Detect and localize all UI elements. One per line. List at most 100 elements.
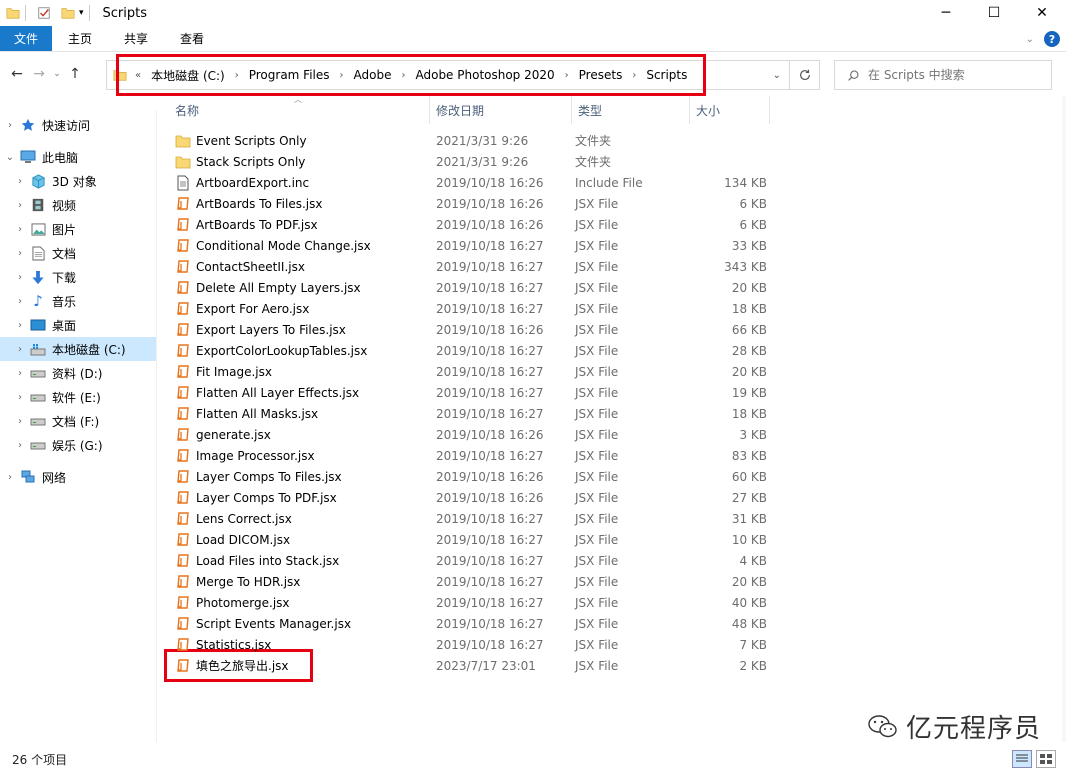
back-button[interactable]: ← <box>6 66 28 82</box>
help-icon[interactable]: ? <box>1044 31 1060 47</box>
file-row[interactable]: ArtBoards To PDF.jsx 2019/10/18 16:26 JSX … <box>157 214 1066 235</box>
file-name-cell[interactable]: Statistics.jsx <box>157 637 422 653</box>
expand-chevron-icon[interactable]: › <box>0 248 30 259</box>
forward-button[interactable]: → <box>28 66 50 82</box>
quick-access-toolbar-dropdown[interactable]: ▾ <box>79 8 84 18</box>
file-name-cell[interactable]: Photomerge.jsx <box>157 595 422 611</box>
file-row[interactable]: Load Files into Stack.jsx 2019/10/18 16:2… <box>157 550 1066 571</box>
file-row[interactable]: ExportColorLookupTables.jsx 2019/10/18 16… <box>157 340 1066 361</box>
file-row[interactable]: Load DICOM.jsx 2019/10/18 16:27 JSX File 10… <box>157 529 1066 550</box>
sidebar-item-network[interactable]: › 网络 <box>0 465 156 489</box>
sidebar-item-downloads[interactable]: › 下载 <box>0 265 156 289</box>
expand-chevron-icon[interactable]: › <box>0 344 30 355</box>
expand-chevron-icon[interactable]: › <box>0 224 30 235</box>
file-name-cell[interactable]: Layer Comps To Files.jsx <box>157 469 422 485</box>
expand-chevron-icon[interactable]: › <box>0 440 30 451</box>
expand-chevron-icon[interactable]: › <box>0 392 30 403</box>
file-row[interactable]: Stack Scripts Only 2021/3/31 9:26 文件夹 <box>157 151 1066 172</box>
file-row[interactable]: Flatten All Masks.jsx 2019/10/18 16:27 JSX… <box>157 403 1066 424</box>
expand-chevron-icon[interactable]: › <box>0 296 30 307</box>
file-row[interactable]: generate.jsx 2019/10/18 16:26 JSX File 3 KB <box>157 424 1066 445</box>
file-row[interactable]: 填色之旅导出.jsx 2023/7/17 23:01 JSX File 2 KB <box>157 655 1066 676</box>
expand-chevron-icon[interactable]: › <box>0 200 30 211</box>
recent-locations-chevron-icon[interactable]: ⌄ <box>50 69 64 79</box>
ribbon-expand-chevron-icon[interactable]: ⌄ <box>1026 34 1034 45</box>
new-folder-icon[interactable] <box>61 6 75 20</box>
sidebar-item-pictures[interactable]: › 图片 <box>0 217 156 241</box>
file-row[interactable]: ArtboardExport.inc 2019/10/18 16:26 Includ… <box>157 172 1066 193</box>
file-row[interactable]: Lens Correct.jsx 2019/10/18 16:27 JSX File… <box>157 508 1066 529</box>
file-row[interactable]: Export Layers To Files.jsx 2019/10/18 16:… <box>157 319 1066 340</box>
column-header-date[interactable]: 修改日期 <box>430 96 572 124</box>
file-name-cell[interactable]: ArtboardExport.inc <box>157 175 422 191</box>
file-name-cell[interactable]: generate.jsx <box>157 427 422 443</box>
file-name-cell[interactable]: Export For Aero.jsx <box>157 301 422 317</box>
tab-home[interactable]: 主页 <box>52 26 108 51</box>
sidebar-item-videos[interactable]: › 视频 <box>0 193 156 217</box>
column-header-size[interactable]: 大小 <box>690 96 770 124</box>
column-header-type[interactable]: 类型 <box>572 96 690 124</box>
file-row[interactable]: Script Events Manager.jsx 2019/10/18 16:2… <box>157 613 1066 634</box>
tab-share[interactable]: 共享 <box>108 26 164 51</box>
vertical-scrollbar[interactable] <box>1062 96 1066 742</box>
sidebar-item-local-disk-c[interactable]: › 本地磁盘 (C:) <box>0 337 156 361</box>
file-name-cell[interactable]: Event Scripts Only <box>157 133 422 149</box>
file-row[interactable]: Export For Aero.jsx 2019/10/18 16:27 JSX F… <box>157 298 1066 319</box>
file-row[interactable]: ContactSheetII.jsx 2019/10/18 16:27 JSX Fi… <box>157 256 1066 277</box>
minimize-button[interactable]: ─ <box>922 0 970 26</box>
file-row[interactable]: Photomerge.jsx 2019/10/18 16:27 JSX File 40… <box>157 592 1066 613</box>
file-row[interactable]: Fit Image.jsx 2019/10/18 16:27 JSX File 20 … <box>157 361 1066 382</box>
collapse-chevron-icon[interactable]: ⌄ <box>0 152 20 163</box>
file-row[interactable]: Layer Comps To PDF.jsx 2019/10/18 16:26 JS… <box>157 487 1066 508</box>
file-name-cell[interactable]: ContactSheetII.jsx <box>157 259 422 275</box>
file-name-cell[interactable]: Load DICOM.jsx <box>157 532 422 548</box>
sidebar-item-music[interactable]: › ♪ 音乐 <box>0 289 156 313</box>
file-row[interactable]: Image Processor.jsx 2019/10/18 16:27 JSX F… <box>157 445 1066 466</box>
file-name-cell[interactable]: Export Layers To Files.jsx <box>157 322 422 338</box>
file-name-cell[interactable]: Fit Image.jsx <box>157 364 422 380</box>
file-name-cell[interactable]: Stack Scripts Only <box>157 154 422 170</box>
file-row[interactable]: Delete All Empty Layers.jsx 2019/10/18 16… <box>157 277 1066 298</box>
column-header-name[interactable]: 名称 <box>157 96 430 124</box>
file-name-cell[interactable]: ExportColorLookupTables.jsx <box>157 343 422 359</box>
expand-chevron-icon[interactable]: › <box>0 320 30 331</box>
file-name-cell[interactable]: Script Events Manager.jsx <box>157 616 422 632</box>
sidebar-item-drive-g[interactable]: › 娱乐 (G:) <box>0 433 156 457</box>
file-name-cell[interactable]: Image Processor.jsx <box>157 448 422 464</box>
up-button[interactable]: ↑ <box>64 66 86 82</box>
file-name-cell[interactable]: ArtBoards To Files.jsx <box>157 196 422 212</box>
tab-file[interactable]: 文件 <box>0 26 52 51</box>
file-name-cell[interactable]: Flatten All Layer Effects.jsx <box>157 385 422 401</box>
file-name-cell[interactable]: Conditional Mode Change.jsx <box>157 238 422 254</box>
file-row[interactable]: Conditional Mode Change.jsx 2019/10/18 16… <box>157 235 1066 256</box>
file-name-cell[interactable]: Delete All Empty Layers.jsx <box>157 280 422 296</box>
close-button[interactable]: ✕ <box>1018 0 1066 26</box>
file-row[interactable]: Statistics.jsx 2019/10/18 16:27 JSX File 7 … <box>157 634 1066 655</box>
sidebar-item-this-pc[interactable]: ⌄ 此电脑 <box>0 145 156 169</box>
sidebar-item-drive-f[interactable]: › 文档 (F:) <box>0 409 156 433</box>
file-row[interactable]: Merge To HDR.jsx 2019/10/18 16:27 JSX File… <box>157 571 1066 592</box>
expand-chevron-icon[interactable]: › <box>0 472 20 483</box>
expand-chevron-icon[interactable]: › <box>0 368 30 379</box>
sidebar-item-documents[interactable]: › 文档 <box>0 241 156 265</box>
expand-chevron-icon[interactable]: › <box>0 176 30 187</box>
search-input[interactable] <box>868 68 1038 82</box>
sidebar-item-drive-e[interactable]: › 软件 (E:) <box>0 385 156 409</box>
file-name-cell[interactable]: Flatten All Masks.jsx <box>157 406 422 422</box>
properties-icon[interactable] <box>37 6 51 20</box>
file-name-cell[interactable]: Lens Correct.jsx <box>157 511 422 527</box>
maximize-button[interactable]: ☐ <box>970 0 1018 26</box>
large-icons-view-button[interactable] <box>1036 750 1056 768</box>
file-row[interactable]: ArtBoards To Files.jsx 2019/10/18 16:26 JS… <box>157 193 1066 214</box>
address-history-chevron-icon[interactable]: ⌄ <box>773 70 781 81</box>
file-name-cell[interactable]: Merge To HDR.jsx <box>157 574 422 590</box>
refresh-button[interactable] <box>790 60 820 90</box>
file-row[interactable]: Flatten All Layer Effects.jsx 2019/10/18 … <box>157 382 1066 403</box>
sidebar-item-desktop[interactable]: › 桌面 <box>0 313 156 337</box>
file-name-cell[interactable]: Load Files into Stack.jsx <box>157 553 422 569</box>
sidebar-item-quick-access[interactable]: › 快速访问 <box>0 113 156 137</box>
expand-chevron-icon[interactable]: › <box>0 272 30 283</box>
file-name-cell[interactable]: 填色之旅导出.jsx <box>157 657 422 674</box>
search-box[interactable] <box>834 60 1052 90</box>
file-name-cell[interactable]: ArtBoards To PDF.jsx <box>157 217 422 233</box>
